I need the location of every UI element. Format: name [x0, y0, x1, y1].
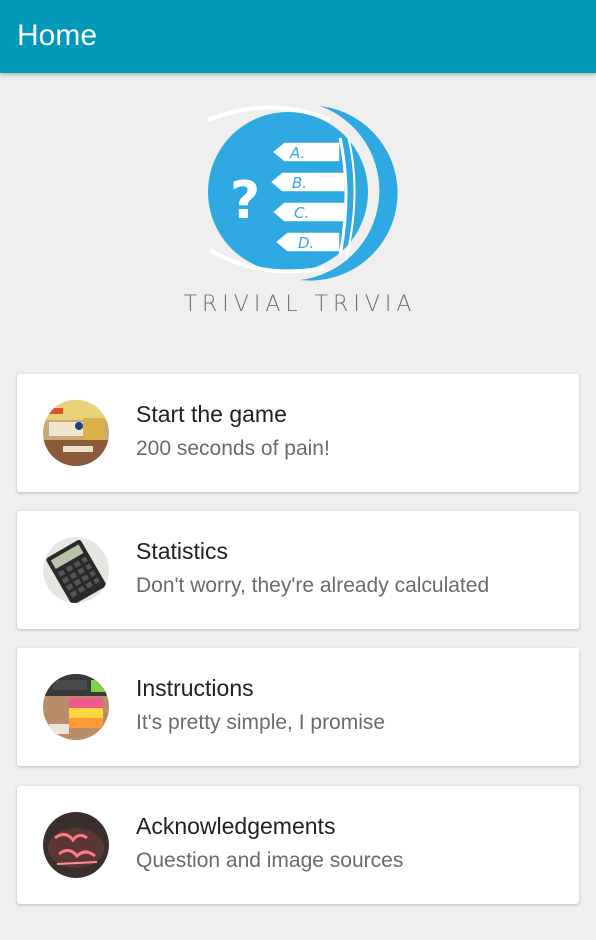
app-bar: Home: [0, 0, 596, 73]
calculator-thumbnail: [43, 537, 109, 603]
acknowledgements-card[interactable]: Acknowledgements Question and image sour…: [17, 786, 579, 904]
page-title: Home: [17, 19, 98, 52]
thank-you-sign-thumbnail: [43, 812, 109, 878]
acknowledgements-title: Acknowledgements: [136, 813, 336, 839]
start-game-card[interactable]: Start the game 200 seconds of pain!: [17, 374, 579, 492]
trivia-logo-graphic: A. B. C. D. ?: [207, 105, 398, 281]
instructions-subtitle: It's pretty simple, I promise: [136, 711, 386, 734]
statistics-title: Statistics: [136, 538, 229, 564]
logo-option-a: A.: [289, 144, 305, 162]
start-game-subtitle: 200 seconds of pain!: [136, 437, 330, 460]
start-game-title: Start the game: [136, 401, 287, 427]
logo-wordmark: TRIVIAL TRIVIA: [183, 292, 417, 317]
logo-option-b: B.: [292, 174, 307, 192]
logo-option-c: C.: [294, 204, 309, 222]
statistics-subtitle: Don't worry, they're already calculated: [136, 574, 490, 597]
sticky-notes-thumbnail: [43, 674, 109, 740]
logo-question-mark: ?: [230, 171, 260, 231]
statistics-card[interactable]: Statistics Don't worry, they're already …: [17, 511, 579, 629]
logo-option-d: D.: [298, 234, 314, 252]
app-logo: A. B. C. D. ? TRIVIAL TRIVIA: [170, 100, 430, 325]
instructions-card[interactable]: Instructions It's pretty simple, I promi…: [17, 648, 579, 766]
instructions-title: Instructions: [136, 675, 254, 701]
acknowledgements-subtitle: Question and image sources: [136, 849, 404, 872]
board-game-thumbnail: [43, 400, 109, 466]
